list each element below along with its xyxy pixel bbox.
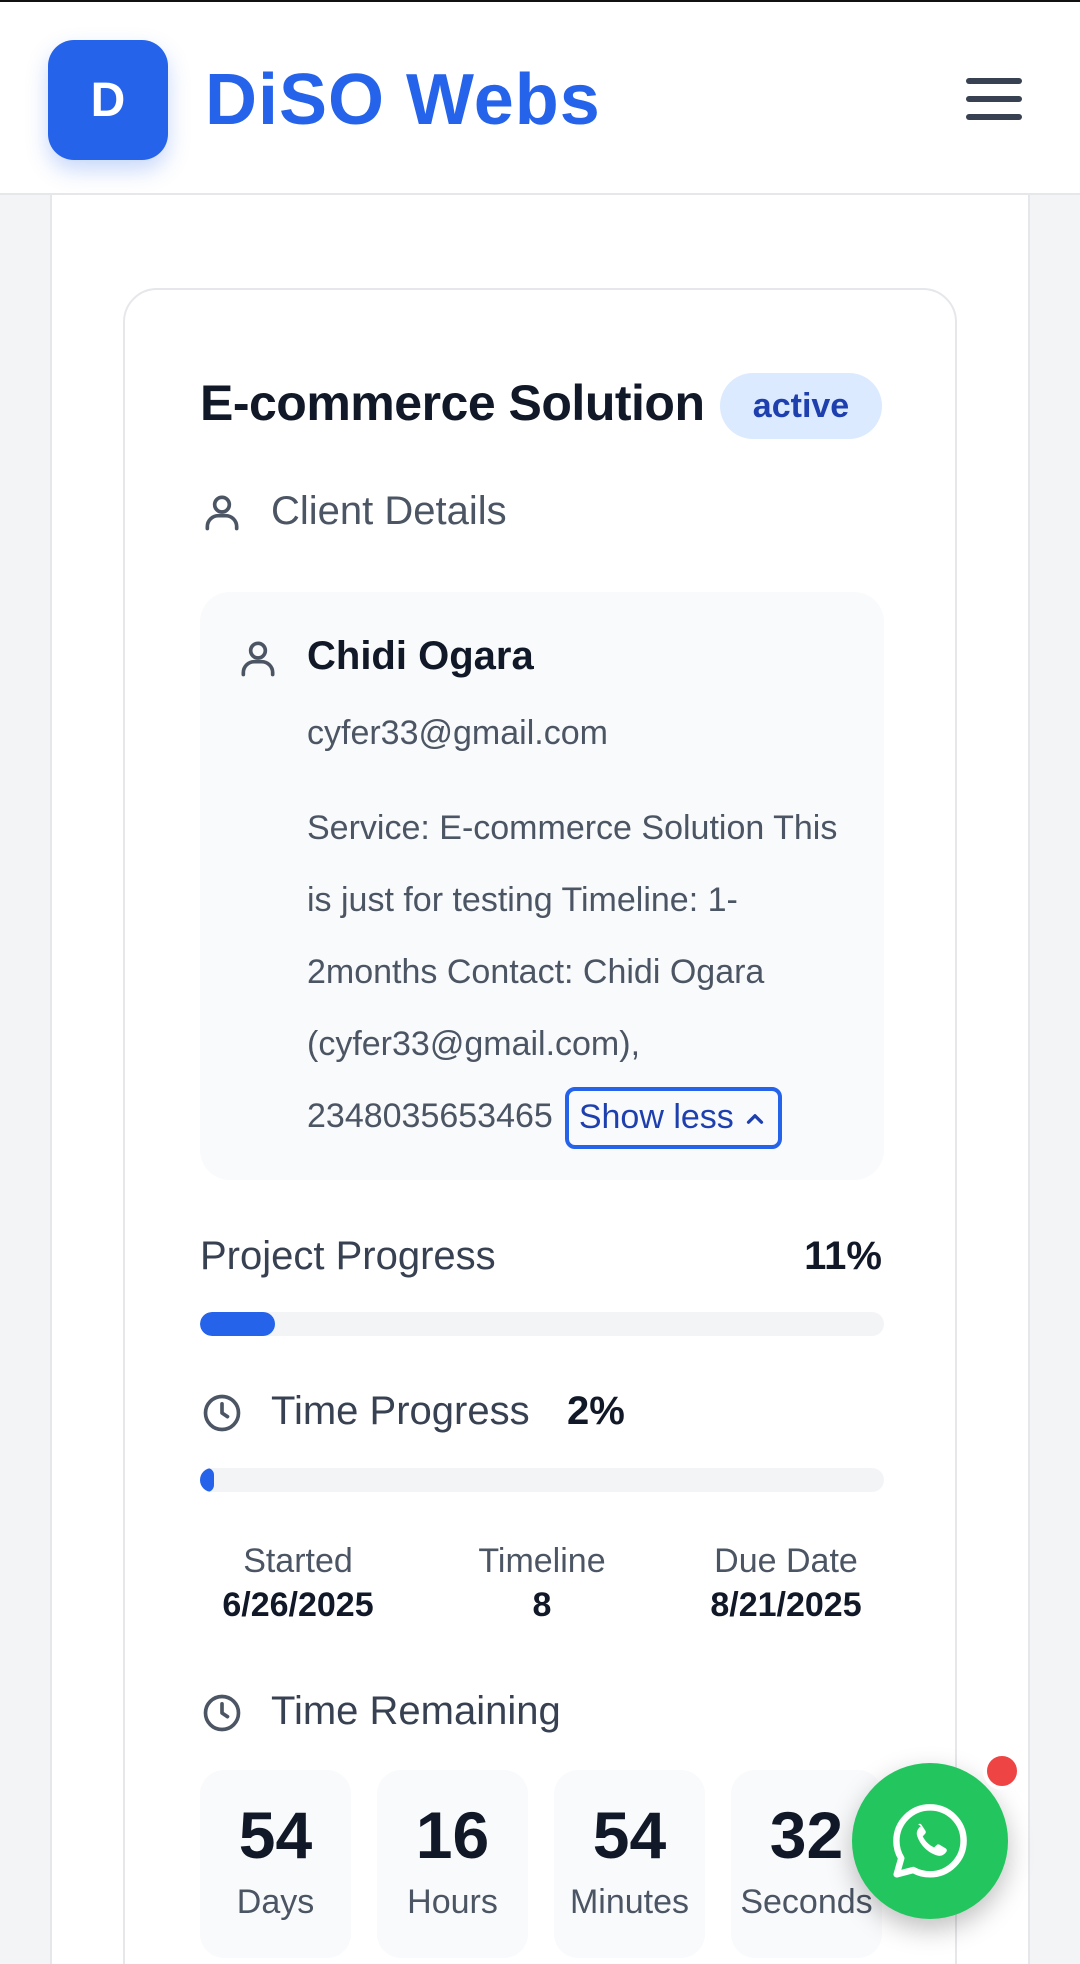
time-progress-label: Time Progress	[271, 1389, 530, 1433]
due-date-label: Due Date	[714, 1542, 858, 1580]
project-progress-bar	[200, 1312, 884, 1336]
countdown-unit: Days	[236, 1883, 315, 1921]
project-card: E-commerce Solution active Client Detail…	[123, 288, 957, 1964]
hamburger-menu-icon[interactable]	[966, 74, 1024, 124]
timeline-label: Timeline	[478, 1542, 606, 1580]
menu-line	[966, 96, 1022, 102]
logo-letter: D	[90, 73, 126, 127]
project-title: E-commerce Solution	[200, 375, 705, 431]
due-date-value: 8/21/2025	[710, 1586, 862, 1624]
project-progress-fill	[200, 1312, 276, 1336]
show-less-label: Show less	[578, 1098, 734, 1137]
user-icon	[205, 495, 239, 531]
chevron-up-icon	[746, 1114, 763, 1124]
show-less-button[interactable]: Show less	[564, 1087, 782, 1150]
timeline: Timeline 8	[422, 1540, 662, 1628]
countdown-unit: Minutes	[569, 1883, 690, 1921]
countdown-unit: Hours	[407, 1883, 498, 1921]
client-details-box: Chidi Ogara cyfer33@gmail.com Service: E…	[200, 592, 884, 1180]
time-progress-value: 2%	[567, 1389, 625, 1433]
user-icon	[241, 641, 275, 677]
client-email: cyfer33@gmail.com	[307, 714, 608, 752]
notification-dot	[983, 1752, 1021, 1790]
project-progress-label: Project Progress	[200, 1234, 496, 1278]
menu-line	[966, 78, 1022, 84]
countdown-hours: 16 Hours	[377, 1770, 528, 1958]
brand-name[interactable]: DiSO Webs	[205, 60, 601, 140]
client-name: Chidi Ogara	[307, 634, 534, 678]
countdown-value: 16	[415, 1798, 490, 1872]
clock-icon	[203, 1394, 241, 1432]
time-remaining-label: Time Remaining	[271, 1689, 561, 1733]
time-progress-fill	[200, 1468, 214, 1492]
countdown-days: 54 Days	[200, 1770, 351, 1958]
whatsapp-icon	[893, 1804, 967, 1878]
menu-line	[966, 114, 1022, 120]
project-progress-value: 11%	[804, 1234, 882, 1278]
countdown-value: 54	[238, 1798, 313, 1872]
clock-icon	[203, 1694, 241, 1732]
due-date: Due Date 8/21/2025	[666, 1540, 906, 1628]
timeline-value: 8	[532, 1586, 552, 1624]
logo[interactable]: D	[48, 40, 168, 160]
countdown-minutes: 54 Minutes	[554, 1770, 705, 1958]
started-date: Started 6/26/2025	[178, 1540, 418, 1628]
started-label: Started	[243, 1542, 353, 1580]
client-description: Service: E-commerce Solution This is jus…	[307, 792, 867, 1152]
whatsapp-chat-button[interactable]	[852, 1763, 1008, 1919]
countdown-unit: Seconds	[740, 1883, 873, 1921]
status-badge: active	[720, 373, 882, 439]
countdown-value: 54	[592, 1798, 667, 1872]
started-value: 6/26/2025	[222, 1586, 374, 1624]
time-progress-bar	[200, 1468, 884, 1492]
app-header: D DiSO Webs	[0, 0, 1080, 195]
client-details-heading: Client Details	[271, 489, 507, 533]
